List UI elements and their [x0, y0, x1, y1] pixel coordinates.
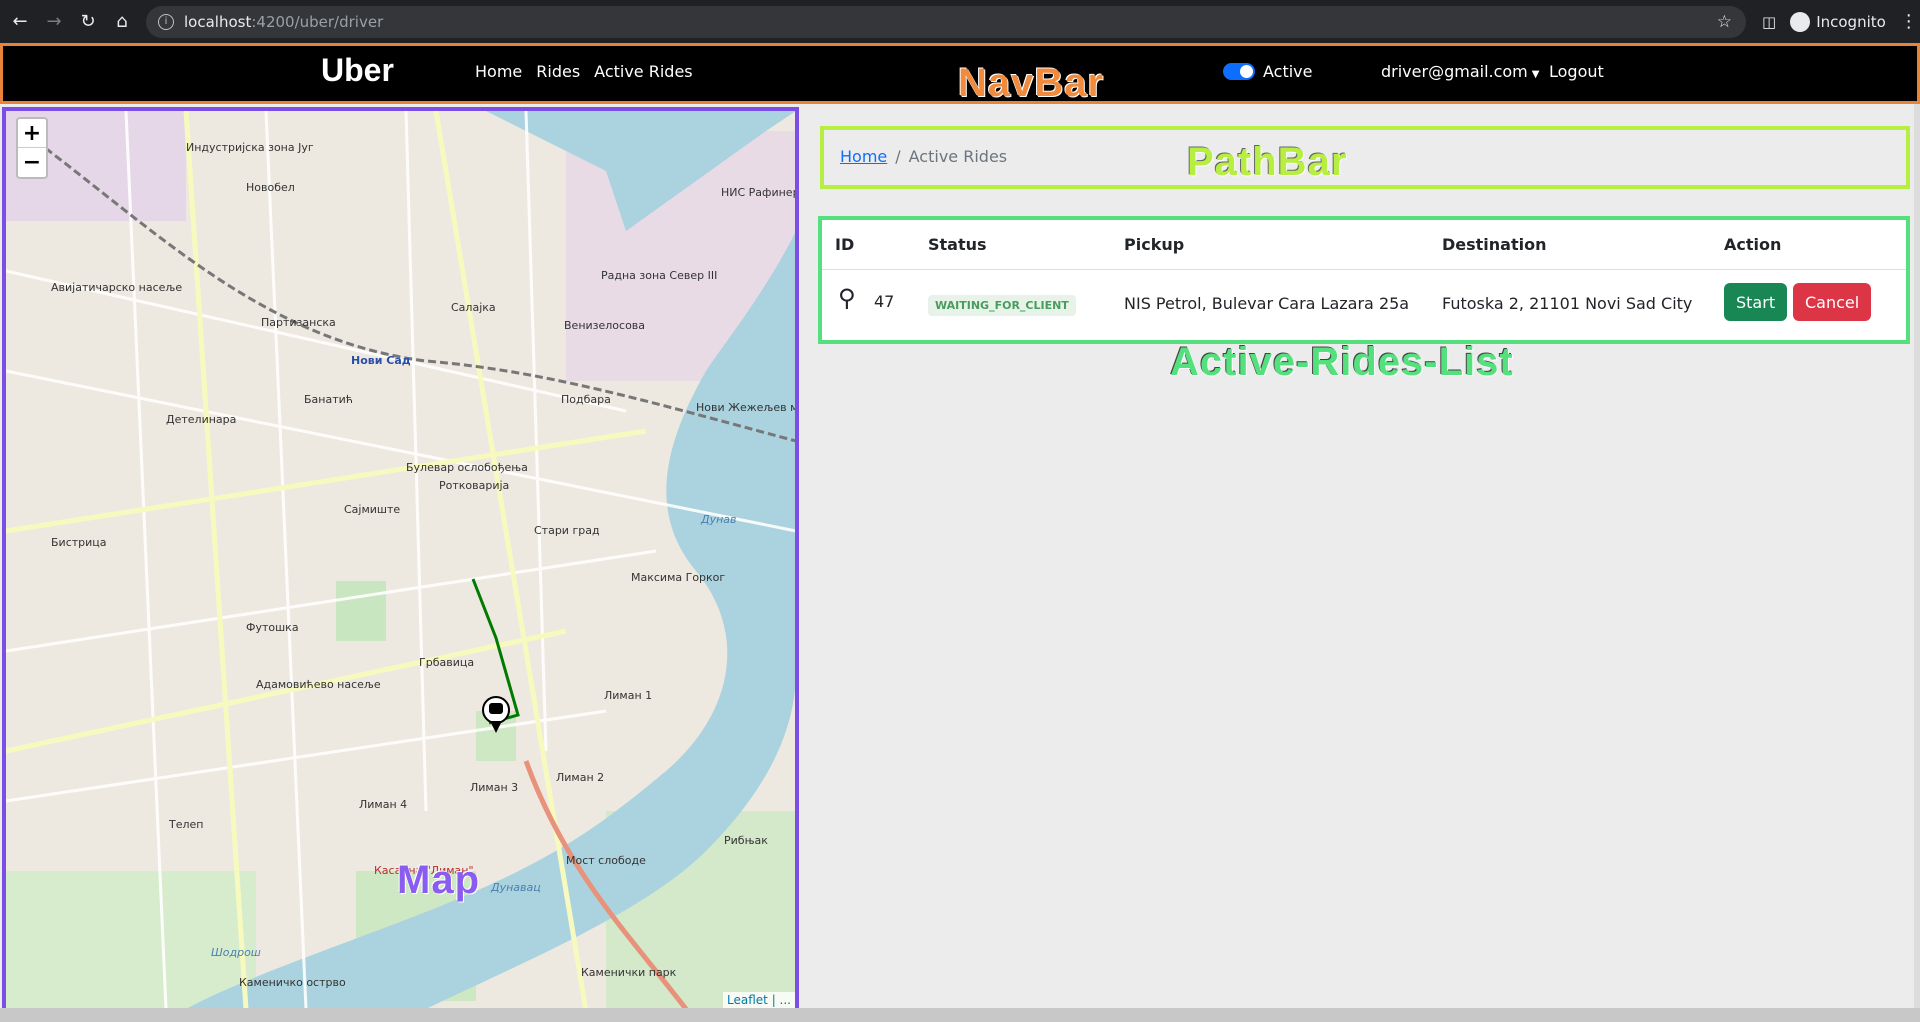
site-info-icon[interactable]: i	[158, 13, 174, 30]
map-label: Партизанска	[261, 316, 336, 329]
map-label: Ротковарија	[439, 479, 510, 492]
map-label: Мост слободе	[566, 854, 646, 867]
map-label: Сајмиште	[344, 503, 401, 516]
map-label: Салајка	[451, 301, 496, 314]
breadcrumb-home-link[interactable]: Home	[840, 147, 887, 166]
pathbar-annotation: PathBar	[1187, 140, 1348, 184]
incognito-label: Incognito	[1816, 12, 1886, 31]
map-label: Бистрица	[51, 536, 107, 549]
nav-link-home[interactable]: Home	[475, 62, 522, 81]
map-label: Максима Горког	[631, 571, 726, 584]
map-label: Рибњак	[724, 834, 768, 847]
chevron-down-icon: ▼	[1531, 69, 1540, 80]
nav-links: Home Rides Active Rides	[475, 62, 693, 81]
nav-link-rides[interactable]: Rides	[536, 62, 580, 81]
user-email: driver@gmail.com	[1381, 62, 1528, 81]
map-label: Булевар ослобођења	[406, 461, 528, 474]
map-label: Банатић	[304, 393, 353, 406]
map-label: Грбавица	[419, 656, 475, 669]
table-header: ID Status Pickup Destination Action	[822, 220, 1906, 270]
map-label: Радна зона Север III	[601, 269, 718, 282]
map-label: Лиман 4	[359, 798, 408, 811]
browser-menu-icon[interactable]: ⋮	[1900, 11, 1918, 32]
map-label: Адамовићево насеље	[256, 678, 381, 691]
location-pin-icon: ⚲	[838, 284, 856, 312]
map-label: Лиман 2	[556, 771, 605, 784]
map-label: Индустријска зона Југ	[186, 141, 314, 154]
map-attribution[interactable]: Leaflet | ...	[723, 992, 795, 1008]
ride-id: 47	[874, 292, 895, 311]
zoom-in-button[interactable]: +	[18, 119, 46, 148]
nav-link-active-rides[interactable]: Active Rides	[594, 62, 692, 81]
active-switch[interactable]	[1223, 63, 1255, 80]
column-header-id: ID	[835, 235, 855, 254]
browser-toolbar: ← → ↻ ⌂ i localhost:4200/uber/driver ☆ ◫…	[0, 0, 1920, 43]
zoom-out-button[interactable]: −	[18, 148, 46, 177]
zoom-control: + −	[16, 117, 48, 179]
brand-logo[interactable]: Uber	[321, 52, 394, 89]
column-header-action: Action	[1724, 235, 1782, 254]
navbar-annotation: NavBar	[958, 61, 1105, 105]
map-label: Каменичко острво	[239, 976, 346, 989]
table-row[interactable]: ⚲ 47 WAITING_FOR_CLIENT NIS Petrol, Bule…	[822, 270, 1906, 340]
column-header-status: Status	[928, 235, 987, 254]
map-label: Дунав	[701, 513, 737, 526]
map-label: Авијатичарско насеље	[51, 281, 183, 294]
map-annotation: Map	[397, 858, 480, 902]
map-label: Новобел	[246, 181, 295, 194]
url-host: localhost	[184, 12, 252, 31]
map-label: Футошка	[246, 621, 299, 634]
active-label: Active	[1263, 62, 1313, 81]
map-label: Стари град	[534, 524, 600, 537]
map-label: Каменички парк	[581, 966, 677, 979]
side-panel-icon[interactable]: ◫	[1762, 13, 1776, 31]
map-label: Лиман 1	[604, 689, 653, 702]
attribution-more: | ...	[767, 993, 791, 1007]
map-label: Шодрош	[211, 946, 261, 959]
status-badge: WAITING_FOR_CLIENT	[928, 295, 1076, 316]
url-path: :4200/uber/driver	[251, 12, 384, 31]
address-bar[interactable]: i localhost:4200/uber/driver ☆	[146, 5, 1746, 38]
ride-destination: Futoska 2, 21101 Novi Sad City	[1442, 294, 1693, 313]
home-icon[interactable]: ⌂	[108, 8, 136, 36]
start-button[interactable]: Start	[1724, 283, 1788, 321]
ride-pickup: NIS Petrol, Bulevar Cara Lazara 25a	[1124, 294, 1410, 313]
breadcrumb-separator: /	[895, 147, 901, 166]
forward-icon[interactable]: →	[40, 8, 68, 36]
map-label: Детелинара	[166, 413, 237, 426]
active-rides-table: ID Status Pickup Destination Action ⚲ 47…	[818, 216, 1910, 344]
map-label: Дунавац	[491, 881, 541, 894]
back-icon[interactable]: ←	[6, 8, 34, 36]
column-header-pickup: Pickup	[1124, 235, 1185, 254]
horizontal-scrollbar[interactable]	[0, 1008, 1920, 1022]
navbar: Uber Home Rides Active Rides Active driv…	[0, 43, 1920, 105]
incognito-icon	[1790, 11, 1811, 32]
map-label: Нови Сад	[351, 354, 411, 367]
breadcrumb: Home / Active Rides	[820, 126, 1910, 189]
user-dropdown[interactable]: driver@gmail.com ▼	[1381, 62, 1539, 81]
reload-icon[interactable]: ↻	[74, 8, 102, 36]
bookmark-star-icon[interactable]: ☆	[1717, 12, 1732, 32]
map-label: Венизелосова	[564, 319, 646, 332]
map-label: Нови Жежељев мост	[696, 401, 799, 414]
vertical-scrollbar[interactable]	[1914, 104, 1920, 1008]
breadcrumb-current: Active Rides	[908, 147, 1008, 166]
map-label: Лиман 3	[470, 781, 519, 794]
active-toggle[interactable]: Active	[1223, 62, 1313, 81]
logout-link[interactable]: Logout	[1549, 62, 1604, 81]
map-label: НИС Рафинерија нафте Нови Сад	[721, 186, 799, 199]
active-rides-annotation: Active-Rides-List	[1170, 340, 1514, 384]
incognito-indicator[interactable]: Incognito	[1790, 11, 1886, 32]
cancel-button[interactable]: Cancel	[1793, 283, 1872, 321]
column-header-destination: Destination	[1442, 235, 1547, 254]
map-label: Подбара	[561, 393, 611, 406]
leaflet-link[interactable]: Leaflet	[727, 993, 768, 1007]
map-label: Телеп	[169, 818, 204, 831]
